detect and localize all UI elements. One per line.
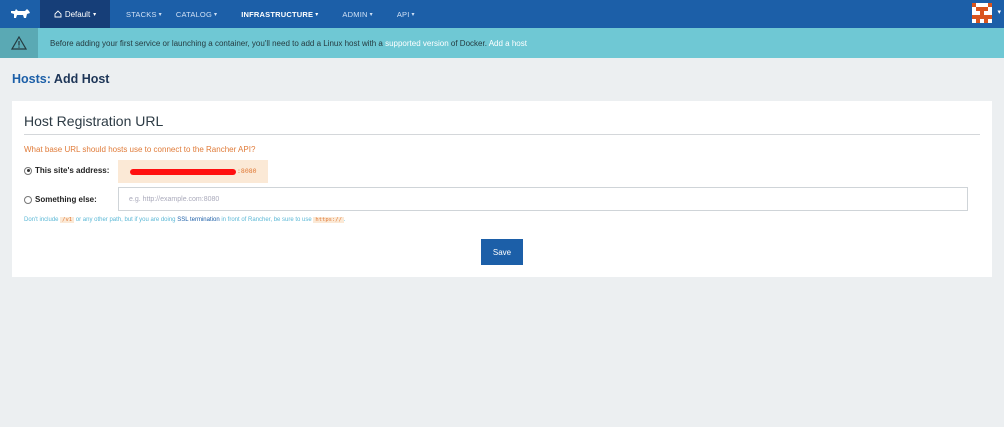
environment-label: Default bbox=[64, 9, 91, 19]
something-else-label: Something else: bbox=[35, 195, 97, 204]
nav-infrastructure[interactable]: INFRASTRUCTURE ▾ bbox=[241, 0, 318, 28]
custom-url-placeholder: e.g. http://example.com:8080 bbox=[129, 195, 220, 203]
chevron-down-icon: ▾ bbox=[411, 11, 415, 18]
chevron-down-icon: ▾ bbox=[93, 11, 97, 18]
save-button[interactable]: Save bbox=[481, 239, 523, 265]
help-text: Don't include /v1 or any other path, but… bbox=[24, 217, 346, 223]
alert-banner: Before adding your first service or laun… bbox=[0, 28, 1004, 58]
help-text-part: Don't include bbox=[24, 217, 59, 223]
site-address-label: This site's address: bbox=[35, 166, 110, 175]
page-title: Hosts: Add Host bbox=[12, 72, 109, 86]
rancher-logo[interactable] bbox=[0, 0, 40, 28]
chevron-down-icon: ▾ bbox=[315, 11, 319, 18]
card-title: Host Registration URL bbox=[24, 113, 164, 129]
help-code-v1: /v1 bbox=[60, 217, 75, 223]
nav-stacks-label: STACKS bbox=[126, 9, 157, 19]
host-registration-card: Host Registration URL What base URL shou… bbox=[12, 101, 992, 277]
chevron-down-icon: ▾ bbox=[369, 11, 373, 18]
alert-text-before: Before adding your first service or laun… bbox=[50, 38, 383, 48]
nav-admin[interactable]: ADMIN ▾ bbox=[342, 0, 372, 28]
nav-admin-label: ADMIN bbox=[342, 9, 368, 19]
custom-url-input[interactable]: e.g. http://example.com:8080 bbox=[118, 187, 968, 211]
site-address-port: :8080 bbox=[237, 167, 257, 175]
nav-api-label: API bbox=[396, 9, 410, 19]
nav-stacks[interactable]: STACKS ▾ bbox=[126, 0, 162, 28]
redaction-mark bbox=[130, 169, 236, 175]
divider bbox=[24, 134, 980, 135]
site-address-value: :8080 bbox=[118, 160, 268, 183]
ssl-termination-link[interactable]: SSL termination bbox=[177, 217, 219, 223]
alert-text-middle: of Docker. bbox=[450, 38, 487, 48]
warning-icon bbox=[11, 36, 27, 50]
nav-api[interactable]: API ▾ bbox=[397, 0, 415, 28]
add-host-link[interactable]: Add a host bbox=[489, 39, 527, 48]
something-else-radio[interactable] bbox=[24, 195, 32, 204]
url-question: What base URL should hosts use to connec… bbox=[24, 145, 256, 154]
option-site-address[interactable]: This site's address: bbox=[24, 166, 109, 175]
supported-version-link[interactable]: supported version bbox=[385, 39, 449, 48]
home-icon bbox=[54, 10, 62, 18]
help-code-https: https:// bbox=[313, 217, 344, 223]
site-address-radio[interactable] bbox=[24, 166, 32, 175]
breadcrumb-hosts[interactable]: Hosts: bbox=[12, 72, 51, 86]
nav-catalog-label: CATALOG bbox=[175, 9, 213, 19]
chevron-down-icon: ▾ bbox=[158, 11, 162, 18]
option-something-else[interactable]: Something else: bbox=[24, 195, 97, 204]
nav-infrastructure-label: INFRASTRUCTURE bbox=[241, 9, 314, 19]
cow-logo-icon bbox=[11, 9, 30, 18]
environment-switcher[interactable]: Default ▾ bbox=[40, 0, 110, 28]
help-text-part: or any other path, but if you are doing bbox=[75, 217, 176, 223]
chevron-down-icon: ▾ bbox=[214, 11, 218, 18]
page-title-text: Add Host bbox=[53, 72, 110, 86]
help-text-part: in front of Rancher, be sure to use bbox=[221, 217, 312, 223]
alert-icon-box bbox=[0, 28, 38, 58]
user-avatar[interactable] bbox=[972, 3, 992, 23]
avatar-identicon-icon bbox=[972, 3, 992, 23]
top-nav: Default ▾ STACKS ▾ CATALOG ▾ INFRASTRUCT… bbox=[0, 0, 1004, 28]
help-text-part: . bbox=[343, 217, 346, 223]
nav-catalog[interactable]: CATALOG ▾ bbox=[176, 0, 217, 28]
alert-message: Before adding your first service or laun… bbox=[50, 39, 527, 48]
chevron-down-icon[interactable]: ▾ bbox=[997, 8, 1001, 16]
